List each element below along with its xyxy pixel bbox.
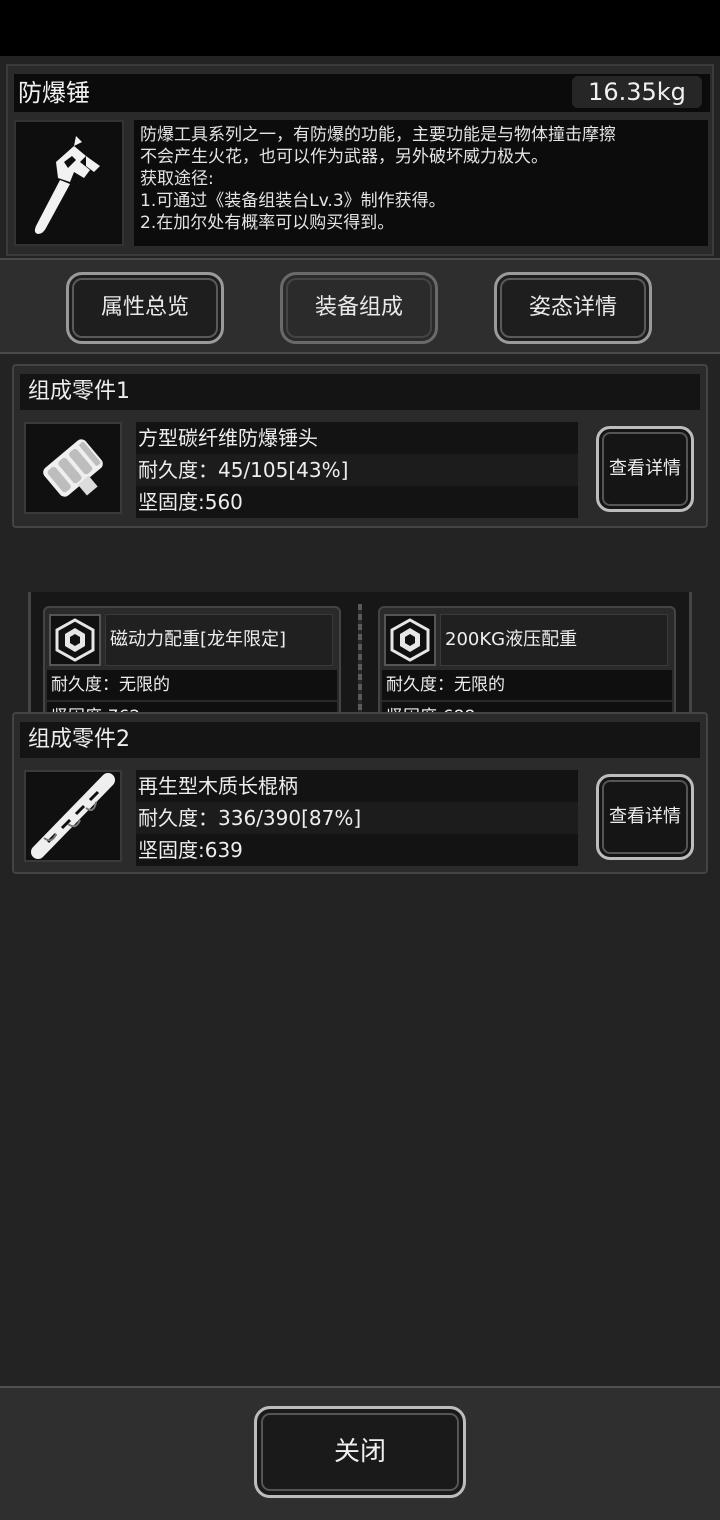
component-hardness: 坚固度:560: [136, 486, 578, 518]
sub-part-name: 200KG液压配重: [440, 614, 668, 666]
sub-part-durability: 耐久度：无限的: [382, 670, 672, 700]
description-line: 防爆工具系列之一，有防爆的功能，主要功能是与物体撞击摩擦: [140, 125, 616, 145]
description-line: 1.可通过《装备组装台Lv.3》制作获得。: [140, 191, 446, 211]
component-durability: 耐久度：45/105[43%]: [136, 454, 578, 486]
hexagon-emblem-icon: [384, 614, 436, 666]
component-name: 方型碳纤维防爆锤头: [136, 422, 578, 454]
sub-part-durability: 耐久度：无限的: [47, 670, 337, 700]
item-weight: 16.35kg: [572, 76, 702, 108]
component-panel-1: 组成零件1 方型碳纤维防爆锤头 耐久度：45/105[43%] 坚固度:560 …: [12, 364, 708, 528]
wooden-handle-icon: [24, 770, 122, 862]
component-header: 组成零件1: [20, 374, 700, 410]
sub-part-name: 磁动力配重[龙年限定]: [105, 614, 333, 666]
component-panel-2: 组成零件2 再生型木质长棍柄 耐久度：336/390[87%] 坚固度:639 …: [12, 712, 708, 874]
tab-attributes-overview[interactable]: 属性总览: [66, 272, 224, 344]
description-line: 获取途径:: [140, 169, 214, 189]
equipment-detail-screen: 防爆锤 16.35kg 防爆工具系列之一，有防爆的功能，主要功能是与物体撞击摩擦…: [0, 56, 720, 1520]
tab-bar: 属性总览 装备组成 姿态详情: [0, 258, 720, 354]
description-line: 2.在加尔处有概率可以购买得到。: [140, 213, 395, 233]
description-line: 不会产生火花，也可以作为武器，另外破坏威力极大。: [140, 147, 548, 167]
hammer-icon: [14, 120, 124, 246]
item-description: 防爆工具系列之一，有防爆的功能，主要功能是与物体撞击摩擦 不会产生火花，也可以作…: [134, 120, 708, 246]
item-header: 防爆锤 16.35kg 防爆工具系列之一，有防爆的功能，主要功能是与物体撞击摩擦…: [6, 64, 714, 256]
title-bar: 防爆锤 16.35kg: [14, 74, 710, 112]
bottom-bar: 关闭: [0, 1386, 720, 1520]
component-header: 组成零件2: [20, 722, 700, 758]
close-button[interactable]: 关闭: [254, 1406, 466, 1498]
hexagon-emblem-icon: [49, 614, 101, 666]
view-details-button[interactable]: 查看详情: [596, 774, 694, 860]
item-name: 防爆锤: [18, 79, 90, 107]
tab-equipment-composition[interactable]: 装备组成: [280, 272, 438, 344]
component-name: 再生型木质长棍柄: [136, 770, 578, 802]
hammer-head-icon: [24, 422, 122, 514]
component-hardness: 坚固度:639: [136, 834, 578, 866]
component-durability: 耐久度：336/390[87%]: [136, 802, 578, 834]
tab-stance-details[interactable]: 姿态详情: [494, 272, 652, 344]
view-details-button[interactable]: 查看详情: [596, 426, 694, 512]
